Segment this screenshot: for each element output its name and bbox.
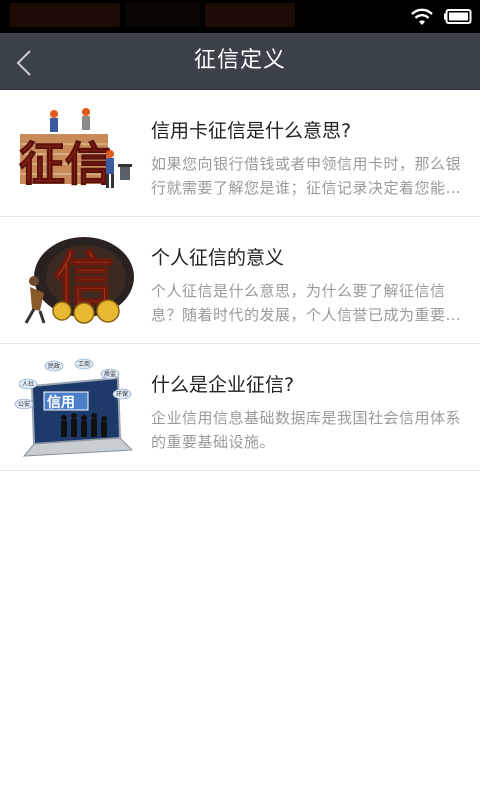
article-title: 信用卡征信是什么意思? bbox=[151, 120, 352, 142]
enterprise-credit-illustration: 信用 民政 工商 质监 人社 环保 公安 bbox=[14, 358, 134, 457]
illustration-label: 质监 bbox=[104, 370, 116, 378]
status-notification-area bbox=[10, 3, 120, 27]
illustration-text: 信用 bbox=[47, 394, 75, 411]
illustration-label: 公安 bbox=[18, 400, 30, 408]
article-title: 个人征信的意义 bbox=[151, 247, 285, 269]
list-item[interactable]: 信用 民政 工商 质监 人社 环保 公安 什么是企业征信? 企业信用信息基础数据… bbox=[0, 344, 480, 471]
article-summary: 个人征信是什么意思，为什么要了解征信信息？随着时代的发展，个人信誉已成为重要的财… bbox=[151, 282, 462, 324]
list-item[interactable]: 信 个人征信的意义 个人征信是什么意思，为什么要了解征信信息？随着时代的发展，个… bbox=[0, 217, 480, 344]
article-summary: 如果您向银行借钱或者申领信用卡时，那么银行就需要了解您是谁；征信记录决定着您能否… bbox=[151, 155, 462, 197]
battery-icon bbox=[444, 9, 472, 24]
personal-credit-illustration: 信 bbox=[24, 237, 134, 324]
status-notification-area-3 bbox=[205, 3, 295, 27]
illustration-label: 民政 bbox=[48, 362, 60, 370]
navigation-bar: 征信定义 bbox=[0, 33, 480, 90]
page-title: 征信定义 bbox=[193, 48, 286, 73]
illustration-text: 征信 bbox=[19, 137, 111, 191]
article-list: 征信 信用卡征信是什么意思? 如果您向银行借钱或者申领信用卡时，那么银行就需要了… bbox=[0, 90, 480, 471]
wifi-icon bbox=[411, 8, 433, 25]
article-title: 什么是企业征信? bbox=[151, 374, 295, 396]
credit-report-illustration: 征信 bbox=[19, 108, 132, 192]
article-summary: 企业信用信息基础数据库是我国社会信用体系的重要基础设施。 bbox=[151, 409, 462, 451]
status-bar bbox=[0, 0, 480, 33]
list-item[interactable]: 征信 信用卡征信是什么意思? 如果您向银行借钱或者申领信用卡时，那么银行就需要了… bbox=[0, 90, 480, 217]
illustration-label: 环保 bbox=[116, 390, 128, 398]
status-notification-area-2 bbox=[125, 3, 200, 27]
illustration-label: 人社 bbox=[22, 380, 34, 388]
illustration-label: 工商 bbox=[78, 360, 90, 368]
